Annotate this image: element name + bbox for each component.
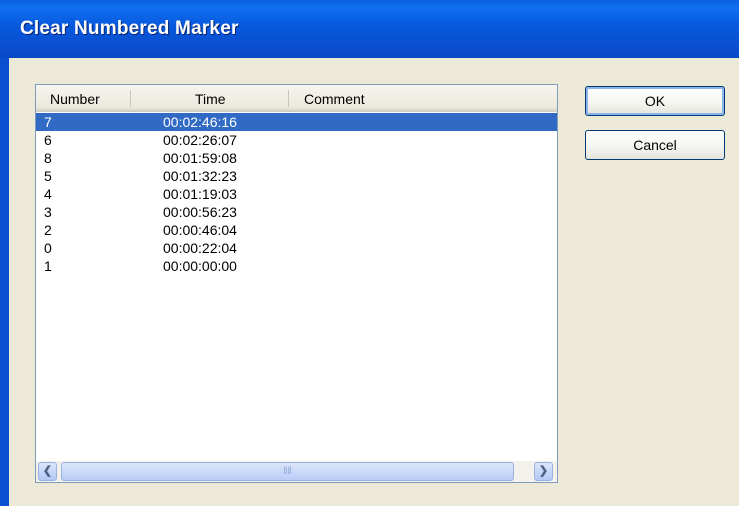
marker-time: 00:01:19:03 <box>163 186 237 202</box>
marker-number: 8 <box>44 150 52 166</box>
list-row[interactable]: 2 00:00:46:04 <box>36 221 557 239</box>
marker-number: 6 <box>44 132 52 148</box>
marker-time: 00:00:22:04 <box>163 240 237 256</box>
marker-time: 00:00:56:23 <box>163 204 237 220</box>
list-row[interactable]: 7 00:02:46:16 <box>36 113 557 131</box>
marker-number: 7 <box>44 114 52 130</box>
column-divider[interactable] <box>288 90 289 107</box>
title-bar[interactable]: Clear Numbered Marker <box>0 0 739 58</box>
column-divider[interactable] <box>130 90 131 107</box>
scroll-right-arrow-icon[interactable]: ❯ <box>534 462 553 481</box>
marker-time: 00:02:26:07 <box>163 132 237 148</box>
scrollbar-thumb[interactable]: ‖‖ <box>61 462 514 481</box>
list-row[interactable]: 6 00:02:26:07 <box>36 131 557 149</box>
marker-time: 00:01:32:23 <box>163 168 237 184</box>
marker-number: 3 <box>44 204 52 220</box>
list-row[interactable]: 3 00:00:56:23 <box>36 203 557 221</box>
scroll-left-arrow-icon[interactable]: ❮ <box>38 462 57 481</box>
list-row[interactable]: 1 00:00:00:00 <box>36 257 557 275</box>
column-header-comment[interactable]: Comment <box>304 91 365 107</box>
window-title: Clear Numbered Marker <box>20 18 239 39</box>
horizontal-scrollbar[interactable]: ❮ ‖‖ ❯ <box>36 461 557 482</box>
marker-number: 4 <box>44 186 52 202</box>
marker-number: 1 <box>44 258 52 274</box>
list-header: Number Time Comment <box>36 85 557 112</box>
cancel-button[interactable]: Cancel <box>585 130 725 160</box>
marker-number: 0 <box>44 240 52 256</box>
marker-time: 00:00:46:04 <box>163 222 237 238</box>
marker-number: 5 <box>44 168 52 184</box>
list-row[interactable]: 5 00:01:32:23 <box>36 167 557 185</box>
column-header-number[interactable]: Number <box>50 91 100 107</box>
dialog-window: Clear Numbered Marker Number Time Commen… <box>0 0 739 506</box>
list-row[interactable]: 8 00:01:59:08 <box>36 149 557 167</box>
marker-time: 00:02:46:16 <box>163 114 237 130</box>
ok-button[interactable]: OK <box>585 86 725 116</box>
marker-number: 2 <box>44 222 52 238</box>
marker-time: 00:01:59:08 <box>163 150 237 166</box>
list-row[interactable]: 4 00:01:19:03 <box>36 185 557 203</box>
marker-list[interactable]: Number Time Comment 7 00:02:46:16 6 00:02:2… <box>35 84 558 483</box>
marker-time: 00:00:00:00 <box>163 258 237 274</box>
window-frame-left <box>0 58 9 506</box>
column-header-time[interactable]: Time <box>195 91 226 107</box>
list-row[interactable]: 0 00:00:22:04 <box>36 239 557 257</box>
